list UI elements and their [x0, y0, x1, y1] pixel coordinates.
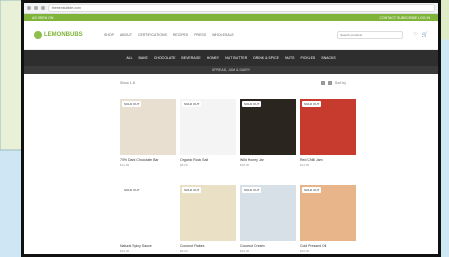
- category-drink-spice[interactable]: DRINK & SPICE: [253, 56, 279, 60]
- product-card[interactable]: SOLD OUT Natural Spicy Sauce $16.00: [120, 185, 176, 254]
- product-image[interactable]: SOLD OUT: [120, 99, 176, 155]
- product-card[interactable]: SOLD OUT Cold Pressed Oil $15.00: [300, 185, 356, 254]
- back-icon[interactable]: [27, 6, 31, 10]
- product-grid: SOLD OUT 70% Dark Chocolate Bar $12.00 S…: [120, 99, 360, 254]
- wishlist-icon[interactable]: ♡: [413, 32, 417, 38]
- nav-press[interactable]: PRESS: [194, 33, 206, 37]
- sort-select[interactable]: Sort by: [335, 81, 346, 85]
- product-name[interactable]: Organic Rock Salt: [180, 158, 236, 162]
- site-logo[interactable]: LEMONBUBS: [34, 31, 94, 39]
- product-badge: SOLD OUT: [302, 187, 322, 193]
- category-snacks[interactable]: SNACKS: [321, 56, 335, 60]
- forward-icon[interactable]: [34, 6, 38, 10]
- product-image[interactable]: SOLD OUT: [180, 185, 236, 241]
- category-bake[interactable]: BAKE: [139, 56, 148, 60]
- category-nut-butter[interactable]: NUT BUTTER: [225, 56, 247, 60]
- product-price: $8.00: [180, 163, 188, 167]
- header-icons: ♡ 🛒: [413, 32, 428, 38]
- product-name[interactable]: Wild Honey Jar: [240, 158, 296, 162]
- subcategory-bar: SPREAD, JAM & DAIRY: [24, 66, 438, 74]
- topbar-right[interactable]: CONTACT SUBSCRIBE LOG IN: [379, 16, 430, 20]
- product-badge: SOLD OUT: [182, 101, 202, 107]
- product-image[interactable]: SOLD OUT: [120, 185, 176, 241]
- result-count: Show 1-8: [120, 81, 135, 85]
- logo-text: LEMONBUBS: [44, 32, 83, 38]
- product-price: $16.00: [120, 249, 130, 253]
- product-name[interactable]: Red Chilli Jam: [300, 158, 356, 162]
- nav-shop[interactable]: SHOP: [104, 33, 114, 37]
- product-badge: SOLD OUT: [242, 101, 262, 107]
- product-name[interactable]: Coconut Flakes: [180, 244, 236, 248]
- product-name[interactable]: Coconut Cream: [240, 244, 296, 248]
- product-badge: SOLD OUT: [182, 187, 202, 193]
- product-price: $18.00: [240, 163, 250, 167]
- browser-chrome: thebenbubble.com: [24, 3, 438, 14]
- product-card[interactable]: SOLD OUT 70% Dark Chocolate Bar $12.00: [120, 99, 176, 181]
- category-all[interactable]: ALL: [126, 56, 132, 60]
- category-bar: ALL BAKE CHOCOLATE BEVERAGE HONEY NUT BU…: [24, 50, 438, 66]
- product-card[interactable]: SOLD OUT Organic Rock Salt $8.00: [180, 99, 236, 181]
- list-view-icon[interactable]: [327, 81, 332, 85]
- reload-icon[interactable]: [41, 6, 45, 10]
- nav-recipes[interactable]: RECIPES: [173, 33, 188, 37]
- url-text: thebenbubble.com: [52, 6, 81, 10]
- topbar-left: AS SEEN ON: [32, 15, 54, 20]
- nav-certifications[interactable]: CERTIFICATIONS: [138, 33, 167, 37]
- product-card[interactable]: SOLD OUT Red Chilli Jam $14.00: [300, 99, 356, 181]
- product-badge: SOLD OUT: [302, 101, 322, 107]
- product-image[interactable]: SOLD OUT: [300, 99, 356, 155]
- product-price: $9.00: [180, 249, 188, 253]
- list-toolbar: Show 1-8 Sort by: [24, 74, 438, 88]
- product-name[interactable]: 70% Dark Chocolate Bar: [120, 158, 176, 162]
- product-badge: SOLD OUT: [122, 101, 142, 107]
- product-badge: SOLD OUT: [122, 187, 142, 193]
- main-nav: SHOP ABOUT CERTIFICATIONS RECIPES PRESS …: [104, 33, 327, 37]
- nav-wholesale[interactable]: WHOLESALE: [212, 33, 234, 37]
- toolbar-right: Sort by: [320, 81, 346, 85]
- category-nuts[interactable]: NUTS: [285, 56, 295, 60]
- category-chocolate[interactable]: CHOCOLATE: [154, 56, 176, 60]
- browser-window: thebenbubble.com AS SEEN ON CONTACT SUBS…: [21, 0, 441, 257]
- product-card[interactable]: SOLD OUT Wild Honey Jar $18.00: [240, 99, 296, 181]
- product-price: $14.00: [300, 163, 310, 167]
- product-price: $10.00: [240, 249, 250, 253]
- address-bar[interactable]: thebenbubble.com: [48, 4, 435, 12]
- product-image[interactable]: SOLD OUT: [240, 99, 296, 155]
- product-image[interactable]: SOLD OUT: [240, 185, 296, 241]
- category-honey[interactable]: HONEY: [207, 56, 219, 60]
- product-name[interactable]: Natural Spicy Sauce: [120, 244, 176, 248]
- product-price: $15.00: [300, 249, 310, 253]
- search-input[interactable]: [337, 31, 404, 39]
- product-card[interactable]: SOLD OUT Coconut Cream $10.00: [240, 185, 296, 254]
- nav-about[interactable]: ABOUT: [120, 33, 132, 37]
- product-image[interactable]: SOLD OUT: [300, 185, 356, 241]
- subcategory-label[interactable]: SPREAD, JAM & DAIRY: [212, 68, 250, 72]
- product-price: $12.00: [120, 163, 130, 167]
- grid-view-icon[interactable]: [320, 81, 325, 85]
- product-badge: SOLD OUT: [242, 187, 262, 193]
- top-bar: AS SEEN ON CONTACT SUBSCRIBE LOG IN: [24, 14, 438, 21]
- cart-icon[interactable]: 🛒: [422, 32, 428, 38]
- category-beverage[interactable]: BEVERAGE: [181, 56, 200, 60]
- site-header: LEMONBUBS SHOP ABOUT CERTIFICATIONS RECI…: [24, 21, 438, 50]
- search-box: [337, 31, 404, 39]
- product-card[interactable]: SOLD OUT Coconut Flakes $9.00: [180, 185, 236, 254]
- product-name[interactable]: Cold Pressed Oil: [300, 244, 356, 248]
- product-image[interactable]: SOLD OUT: [180, 99, 236, 155]
- category-pickles[interactable]: PICKLES: [300, 56, 315, 60]
- logo-mark-icon: [34, 31, 42, 39]
